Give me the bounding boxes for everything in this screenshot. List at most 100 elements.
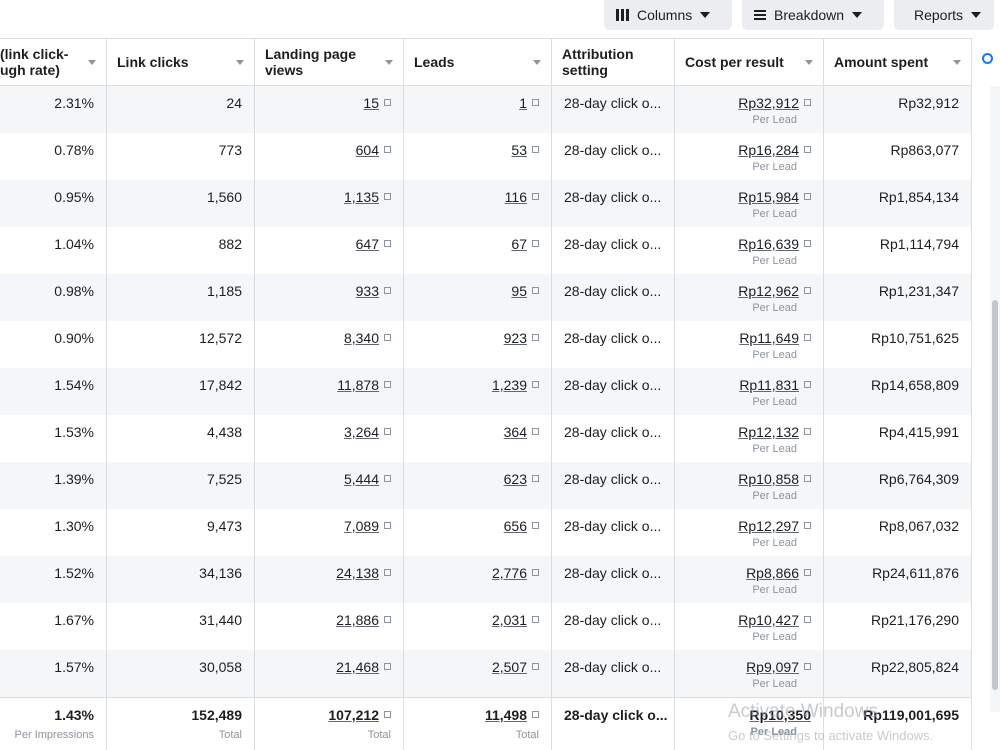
cost-per-result-link[interactable]: Rp9,097 [746,659,799,675]
table-row[interactable]: 1.39% 7,525 5,444 623 28-day click o... Rp10,… [0,462,1000,509]
cost-per-result-value[interactable]: Rp32,912 [675,86,823,111]
breakdown-button[interactable]: Breakdown [742,0,884,30]
landing-page-views-cell[interactable]: 1,135 [255,180,404,227]
cost-per-result-cell[interactable]: Rp10,858 Per Lead [675,462,824,509]
leads-cell[interactable]: 2,031 [404,603,552,650]
landing-page-views-link[interactable]: 5,444 [344,471,379,487]
leads-cell[interactable]: 623 [404,462,552,509]
cost-per-result-cell[interactable]: Rp8,866 Per Lead [675,556,824,603]
leads-link[interactable]: 95 [511,283,527,299]
leads-cell[interactable]: 2,507 [404,650,552,697]
column-header-link-clicks[interactable]: Link clicks [107,39,255,85]
leads-cell[interactable]: 656 [404,509,552,556]
leads-cell[interactable]: 53 [404,133,552,180]
table-row[interactable]: 1.53% 4,438 3,264 364 28-day click o... Rp12,… [0,415,1000,462]
cost-per-result-cell[interactable]: Rp11,831 Per Lead [675,368,824,415]
cost-per-result-link[interactable]: Rp10,858 [738,471,799,487]
column-header-leads[interactable]: Leads [404,39,552,85]
cost-per-result-value[interactable]: Rp9,097 [675,650,823,675]
landing-page-views-link[interactable]: 7,089 [344,518,379,534]
scrollbar-thumb[interactable] [992,300,998,690]
cost-per-result-link[interactable]: Rp12,297 [738,518,799,534]
leads-cell[interactable]: 67 [404,227,552,274]
customize-columns-icon[interactable] [982,53,993,64]
landing-page-views-link[interactable]: 647 [356,236,379,252]
cost-per-result-cell[interactable]: Rp32,912 Per Lead [675,86,824,133]
cost-per-result-cell[interactable]: Rp16,639 Per Lead [675,227,824,274]
column-header-landing-page-views[interactable]: Landing page views [255,39,404,85]
cost-per-result-value[interactable]: Rp12,297 [675,509,823,534]
landing-page-views-link[interactable]: 8,340 [344,330,379,346]
table-row[interactable]: 2.31% 24 15 1 28-day click o... Rp32,912 Per L… [0,86,1000,133]
table-row[interactable]: 1.54% 17,842 11,878 1,239 28-day click o... R… [0,368,1000,415]
table-row[interactable]: 0.95% 1,560 1,135 116 28-day click o... Rp15,… [0,180,1000,227]
leads-link[interactable]: 67 [511,236,527,252]
cost-per-result-value[interactable]: Rp12,132 [675,415,823,440]
cost-per-result-link[interactable]: Rp16,284 [738,142,799,158]
cost-per-result-value[interactable]: Rp16,284 [675,133,823,158]
cost-per-result-link[interactable]: Rp11,831 [739,377,799,393]
table-row[interactable]: 1.57% 30,058 21,468 2,507 28-day click o... R… [0,650,1000,697]
leads-cell[interactable]: 116 [404,180,552,227]
cost-per-result-value[interactable]: Rp11,831 [675,368,823,393]
landing-page-views-cell[interactable]: 604 [255,133,404,180]
leads-cell[interactable]: 364 [404,415,552,462]
cost-per-result-cell[interactable]: Rp12,962 Per Lead [675,274,824,321]
leads-link[interactable]: 1 [519,95,527,111]
landing-page-views-link[interactable]: 11,878 [337,377,379,393]
column-header-attribution-setting[interactable]: Attribution setting [552,39,675,85]
table-row[interactable]: 1.30% 9,473 7,089 656 28-day click o... Rp12,… [0,509,1000,556]
cost-per-result-cell[interactable]: Rp12,297 Per Lead [675,509,824,556]
cost-per-result-link[interactable]: Rp32,912 [738,95,799,111]
landing-page-views-cell[interactable]: 933 [255,274,404,321]
leads-link[interactable]: 923 [504,330,527,346]
landing-page-views-cell[interactable]: 15 [255,86,404,133]
leads-link[interactable]: 2,507 [492,659,527,675]
landing-page-views-cell[interactable]: 21,468 [255,650,404,697]
landing-page-views-link[interactable]: 24,138 [336,565,379,581]
landing-page-views-cell[interactable]: 8,340 [255,321,404,368]
column-header-amount-spent[interactable]: Amount spent [824,39,972,85]
leads-link[interactable]: 656 [504,518,527,534]
cost-per-result-cell[interactable]: Rp10,427 Per Lead [675,603,824,650]
cost-per-result-value[interactable]: Rp16,639 [675,227,823,252]
leads-link[interactable]: 2,031 [492,612,527,628]
table-row[interactable]: 1.04% 882 647 67 28-day click o... Rp16,639 Pe… [0,227,1000,274]
landing-page-views-link[interactable]: 21,468 [336,659,379,675]
cost-per-result-value[interactable]: Rp11,649 [675,321,823,346]
leads-cell[interactable]: 923 [404,321,552,368]
landing-page-views-cell[interactable]: 21,886 [255,603,404,650]
leads-link[interactable]: 364 [504,424,527,440]
landing-page-views-link[interactable]: 21,886 [336,612,379,628]
cost-per-result-value[interactable]: Rp10,427 [675,603,823,628]
leads-cell[interactable]: 1,239 [404,368,552,415]
landing-page-views-cell[interactable]: 5,444 [255,462,404,509]
column-header-cost-per-result[interactable]: Cost per result [675,39,824,85]
landing-page-views-cell[interactable]: 24,138 [255,556,404,603]
table-row[interactable]: 0.78% 773 604 53 28-day click o... Rp16,284 Pe… [0,133,1000,180]
landing-page-views-cell[interactable]: 3,264 [255,415,404,462]
leads-cell[interactable]: 95 [404,274,552,321]
leads-link[interactable]: 623 [504,471,527,487]
leads-link[interactable]: 53 [511,142,527,158]
leads-link[interactable]: 1,239 [492,377,527,393]
cost-per-result-link[interactable]: Rp16,639 [738,236,799,252]
table-row[interactable]: 0.90% 12,572 8,340 923 28-day click o... Rp11… [0,321,1000,368]
landing-page-views-link[interactable]: 933 [356,283,379,299]
cost-per-result-link[interactable]: Rp10,427 [738,612,799,628]
cost-per-result-value[interactable]: Rp15,984 [675,180,823,205]
cost-per-result-cell[interactable]: Rp9,097 Per Lead [675,650,824,697]
reports-button[interactable]: Reports [894,0,994,30]
landing-page-views-cell[interactable]: 647 [255,227,404,274]
leads-cell[interactable]: 1 [404,86,552,133]
cost-per-result-cell[interactable]: Rp16,284 Per Lead [675,133,824,180]
landing-page-views-link[interactable]: 15 [363,95,379,111]
column-header-ctr[interactable]: (link click- ugh rate) [0,39,107,85]
leads-cell[interactable]: 2,776 [404,556,552,603]
columns-button[interactable]: Columns [604,0,732,30]
landing-page-views-link[interactable]: 1,135 [344,189,379,205]
table-row[interactable]: 1.67% 31,440 21,886 2,031 28-day click o... R… [0,603,1000,650]
cost-per-result-cell[interactable]: Rp11,649 Per Lead [675,321,824,368]
cost-per-result-link[interactable]: Rp12,132 [738,424,799,440]
landing-page-views-cell[interactable]: 7,089 [255,509,404,556]
